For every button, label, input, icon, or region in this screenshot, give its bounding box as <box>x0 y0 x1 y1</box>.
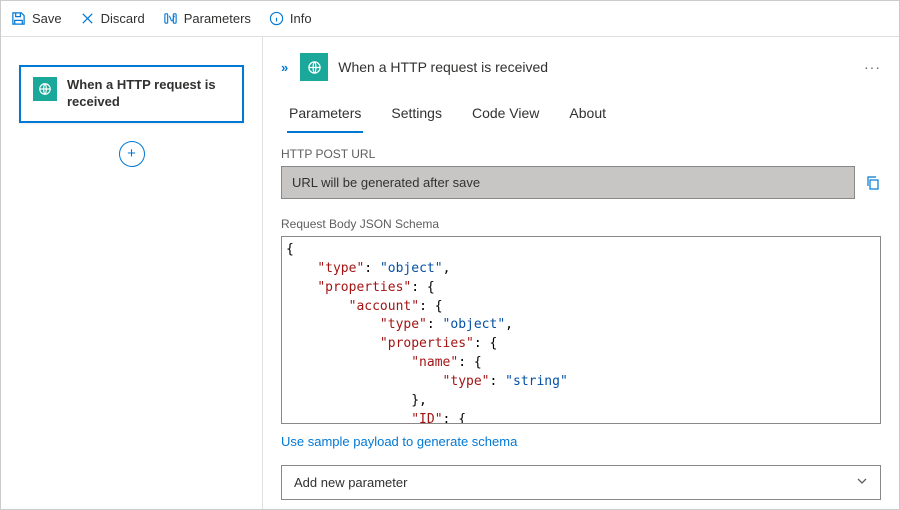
trigger-node[interactable]: When a HTTP request is received <box>19 65 244 123</box>
parameters-icon <box>163 11 178 26</box>
json-schema-editor[interactable]: { "type": "object", "properties": { "acc… <box>281 236 881 424</box>
http-post-url-field: URL will be generated after save <box>281 166 855 199</box>
info-label: Info <box>290 11 312 26</box>
more-menu-button[interactable]: ··· <box>864 59 881 75</box>
info-button[interactable]: Info <box>269 11 312 26</box>
parameters-button[interactable]: Parameters <box>163 11 251 26</box>
save-label: Save <box>32 11 62 26</box>
tab-about[interactable]: About <box>567 99 608 133</box>
use-sample-payload-link[interactable]: Use sample payload to generate schema <box>281 434 517 449</box>
designer-canvas: When a HTTP request is received + <box>1 37 263 509</box>
discard-label: Discard <box>101 11 145 26</box>
add-parameter-dropdown[interactable]: Add new parameter <box>281 465 881 500</box>
command-bar: Save Discard Parameters Info <box>1 1 899 37</box>
save-icon <box>11 11 26 26</box>
panel-title: When a HTTP request is received <box>338 59 854 75</box>
chevron-down-icon <box>856 475 868 490</box>
details-panel: » When a HTTP request is received ··· Pa… <box>263 37 899 509</box>
http-request-icon <box>33 77 57 101</box>
parameters-label: Parameters <box>184 11 251 26</box>
tab-code-view[interactable]: Code View <box>470 99 541 133</box>
schema-label: Request Body JSON Schema <box>281 217 881 231</box>
panel-tabs: Parameters Settings Code View About <box>281 99 881 133</box>
plus-icon: + <box>127 145 136 162</box>
collapse-panel-button[interactable]: » <box>281 60 288 75</box>
tab-settings[interactable]: Settings <box>389 99 444 133</box>
add-parameter-label: Add new parameter <box>294 475 407 490</box>
tab-parameters[interactable]: Parameters <box>287 99 363 133</box>
trigger-node-title: When a HTTP request is received <box>67 77 230 111</box>
info-icon <box>269 11 284 26</box>
http-url-label: HTTP POST URL <box>281 147 881 161</box>
http-request-icon <box>300 53 328 81</box>
discard-button[interactable]: Discard <box>80 11 145 26</box>
copy-url-button[interactable] <box>865 175 881 191</box>
add-step-button[interactable]: + <box>119 141 145 167</box>
close-icon <box>80 11 95 26</box>
save-button[interactable]: Save <box>11 11 62 26</box>
